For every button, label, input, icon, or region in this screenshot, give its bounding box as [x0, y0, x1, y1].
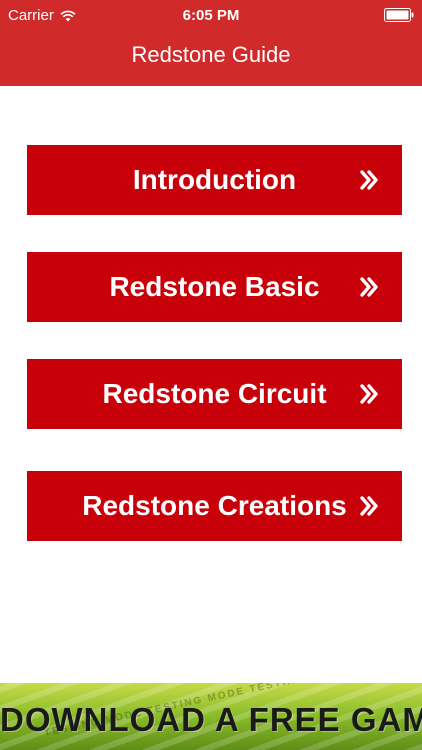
status-bar: Carrier 6:05 PM — [0, 0, 422, 30]
double-chevron-right-icon — [360, 170, 378, 190]
menu-item-label: Redstone Creations — [82, 490, 347, 521]
battery-icon — [384, 8, 414, 22]
introduction-button[interactable]: Introduction — [27, 145, 402, 215]
ad-text: DOWNLOAD A FREE GAME! — [0, 701, 422, 738]
redstone-creations-button[interactable]: Redstone Creations — [27, 471, 402, 541]
menu-item-label: Redstone Circuit — [102, 378, 327, 409]
ad-banner[interactable]: TESTING MODE TESTING MODE TESTING MODE T… — [0, 683, 422, 750]
app-header: Carrier 6:05 PM Redstone Guide — [0, 0, 422, 86]
menu-item-label: Redstone Basic — [109, 271, 320, 302]
double-chevron-right-icon — [360, 277, 378, 297]
menu-item-label: Introduction — [132, 164, 297, 195]
redstone-basic-button[interactable]: Redstone Basic — [27, 252, 402, 322]
double-chevron-right-icon — [360, 384, 378, 404]
double-chevron-right-icon — [360, 496, 378, 516]
page-title: Redstone Guide — [131, 42, 291, 67]
redstone-circuit-button[interactable]: Redstone Circuit — [27, 359, 402, 429]
status-time: 6:05 PM — [182, 7, 240, 24]
